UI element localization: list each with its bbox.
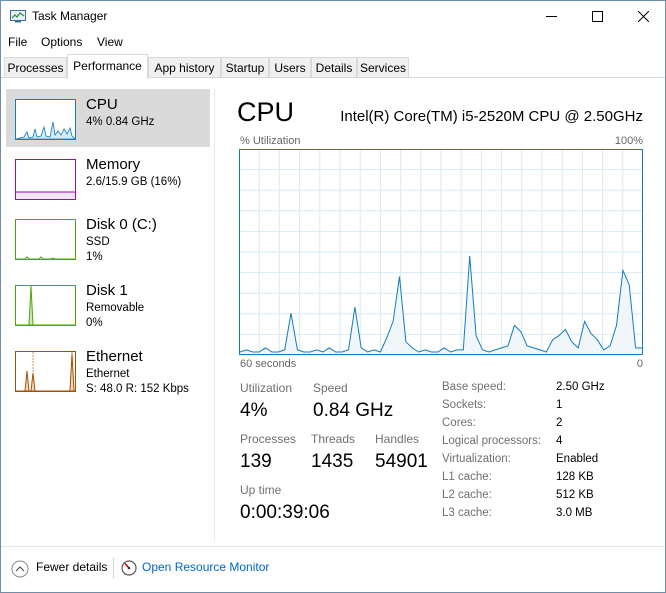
tab-label: Users (274, 61, 306, 75)
menu-file[interactable]: File (8, 35, 27, 49)
processes-value: 139 (240, 451, 272, 472)
sidebar-memory-detail: 2.6/15.9 GB (16%) (86, 176, 182, 188)
sidebar-cpu-detail: 4% 0.84 GHz (86, 116, 155, 128)
spec-logical-processors-label: Logical processors: (442, 435, 542, 447)
sidebar-disk0-type: SSD (86, 236, 110, 248)
sidebar-item-ethernet[interactable]: Ethernet Ethernet S: 48.0 R: 152 Kbps (6, 341, 210, 399)
tab-users[interactable]: Users (269, 57, 311, 78)
tab-label: Details (315, 61, 353, 75)
spec-base-speed-value: 2.50 GHz (556, 381, 605, 393)
sidebar-disk0-usage: 1% (86, 251, 103, 263)
resource-monitor-icon[interactable] (121, 560, 137, 576)
menu-options[interactable]: Options (41, 35, 82, 49)
tab-performance[interactable]: Performance (67, 54, 148, 79)
tab-startup[interactable]: Startup (221, 57, 269, 78)
spec-virtualization-value: Enabled (556, 453, 599, 465)
minimize-icon (545, 16, 557, 17)
y-axis-max-label: 100% (614, 135, 643, 147)
spec-base-speed-label: Base speed: (442, 381, 506, 393)
sidebar-ethernet-type: Ethernet (86, 368, 130, 380)
x-axis-left-label: 60 seconds (240, 358, 297, 370)
sidebar-disk0-name: Disk 0 (C:) (86, 216, 157, 233)
sidebar-memory-name: Memory (86, 156, 141, 173)
handles-label: Handles (375, 432, 420, 446)
tab-app-history[interactable]: App history (148, 57, 221, 78)
spec-l1-cache-label: L1 cache: (442, 471, 492, 483)
processes-label: Processes (240, 432, 297, 446)
speed-value: 0.84 GHz (313, 400, 394, 421)
cpu-utilization-graph (239, 149, 643, 355)
disk0-thumbnail-graph (15, 219, 76, 260)
menu-view[interactable]: View (97, 35, 123, 49)
threads-value: 1435 (311, 451, 354, 472)
title-bar[interactable]: Task Manager (1, 1, 665, 32)
ethernet-thumbnail-graph (15, 351, 76, 392)
sidebar-divider (214, 89, 215, 541)
spec-cores-value: 2 (556, 417, 563, 429)
spec-l3-cache-label: L3 cache: (442, 507, 492, 519)
uptime-value: 0:00:39:06 (240, 502, 330, 523)
sidebar-disk1-name: Disk 1 (86, 282, 128, 299)
spec-l2-cache-value: 512 KB (556, 489, 594, 501)
sidebar-item-disk1[interactable]: Disk 1 Removable 0% (6, 275, 210, 333)
task-manager-window: Task Manager File Options View Processes… (0, 0, 666, 593)
sidebar-ethernet-throughput: S: 48.0 R: 152 Kbps (86, 383, 189, 395)
spec-l1-cache-value: 128 KB (556, 471, 594, 483)
spec-logical-processors-value: 4 (556, 435, 563, 447)
x-axis-right-label: 0 (636, 358, 643, 370)
cpu-model-name: Intel(R) Core(TM) i5-2520M CPU @ 2.50GHz (340, 108, 643, 125)
sidebar-disk1-usage: 0% (86, 317, 103, 329)
tab-details[interactable]: Details (311, 57, 357, 78)
threads-label: Threads (311, 432, 356, 446)
uptime-label: Up time (240, 483, 282, 497)
sidebar-item-disk0[interactable]: Disk 0 (C:) SSD 1% (6, 209, 210, 267)
tab-label: Startup (225, 61, 265, 75)
speed-label: Speed (313, 381, 348, 395)
tab-label: Processes (7, 61, 64, 75)
page-title: CPU (237, 97, 295, 127)
tab-processes[interactable]: Processes (4, 57, 67, 78)
utilization-value: 4% (240, 400, 268, 421)
close-icon (637, 11, 649, 22)
spec-sockets-label: Sockets: (442, 399, 487, 411)
spec-l2-cache-label: L2 cache: (442, 489, 492, 501)
tab-label: App history (154, 61, 215, 75)
y-axis-label: % Utilization (240, 135, 301, 147)
tab-bar: Processes Performance App history Startu… (1, 54, 665, 79)
spec-virtualization-label: Virtualization: (442, 453, 511, 465)
tab-label: Services (359, 61, 406, 75)
sidebar-ethernet-name: Ethernet (86, 348, 143, 365)
footer-divider (113, 558, 114, 578)
tab-services[interactable]: Services (357, 57, 409, 78)
sidebar-item-memory[interactable]: Memory 2.6/15.9 GB (16%) (6, 149, 210, 207)
handles-value: 54901 (375, 451, 428, 472)
tab-label: Performance (73, 59, 142, 73)
spec-l3-cache-value: 3.0 MB (556, 507, 593, 519)
sidebar-cpu-name: CPU (86, 96, 118, 113)
task-manager-icon (10, 10, 26, 23)
memory-thumbnail-graph (15, 159, 76, 200)
open-resource-monitor-link[interactable]: Open Resource Monitor (142, 560, 269, 574)
maximize-icon (591, 11, 603, 22)
cpu-thumbnail-graph (15, 99, 76, 140)
fewer-details-link[interactable]: Fewer details (36, 560, 107, 574)
disk1-thumbnail-graph (15, 285, 76, 326)
sidebar-item-cpu[interactable]: CPU 4% 0.84 GHz (6, 89, 210, 147)
maximize-button[interactable] (574, 1, 620, 32)
chevron-up-icon[interactable] (11, 560, 29, 578)
sidebar-disk1-type: Removable (86, 302, 145, 314)
spec-cores-label: Cores: (442, 417, 476, 429)
spec-sockets-value: 1 (556, 399, 563, 411)
utilization-label: Utilization (240, 381, 293, 395)
minimize-button[interactable] (528, 1, 574, 32)
window-title: Task Manager (32, 9, 108, 23)
menu-bar: File Options View (1, 32, 665, 54)
footer-separator (1, 546, 665, 547)
close-button[interactable] (620, 1, 666, 32)
